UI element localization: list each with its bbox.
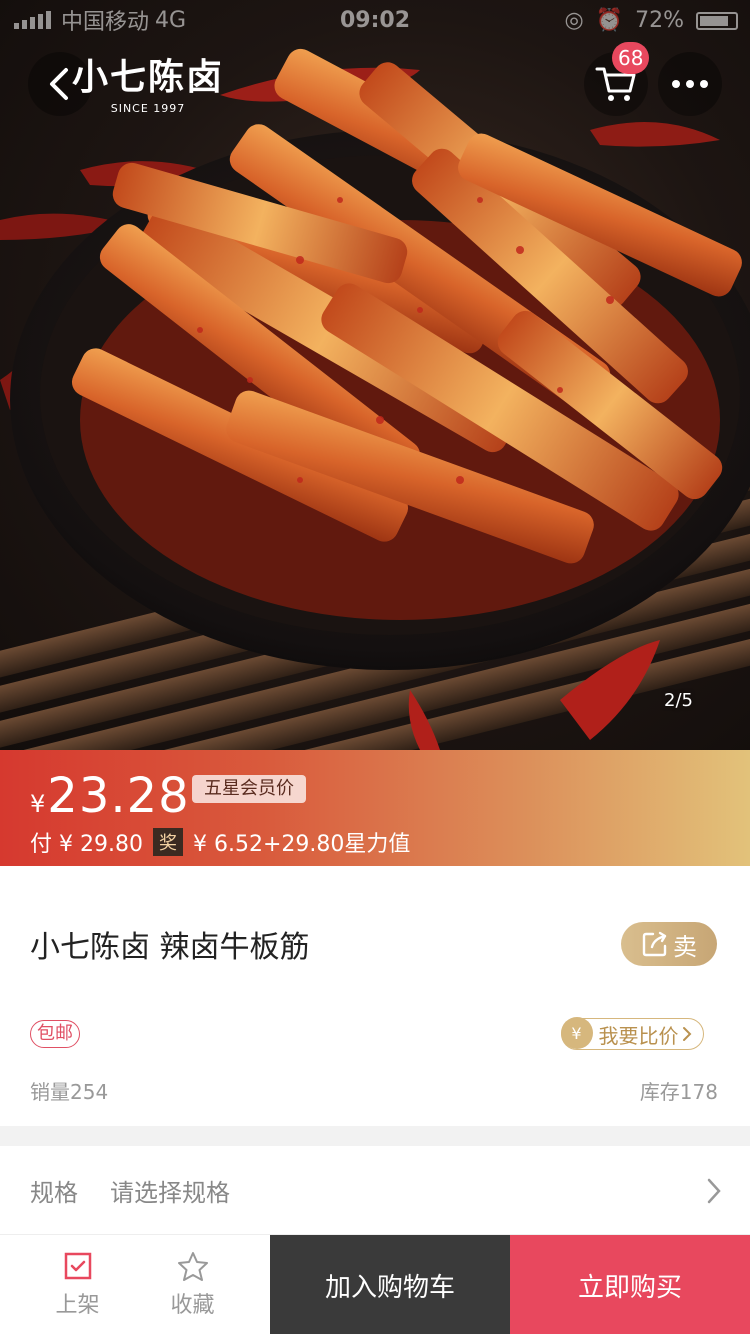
share-icon xyxy=(642,931,667,957)
list-product-button[interactable]: 上架 xyxy=(20,1235,135,1334)
price: ¥ 23.28 xyxy=(30,768,190,824)
signal-icon xyxy=(14,11,51,29)
stock-count: 库存178 xyxy=(639,1080,718,1104)
location-icon: ◎ xyxy=(564,8,584,33)
more-icon-dot xyxy=(700,80,708,88)
checkbox-icon xyxy=(64,1252,91,1280)
price-amount: 23.28 xyxy=(47,768,190,824)
logo-since: SINCE 1997 xyxy=(110,102,186,115)
buy-now-button[interactable]: 立即购买 xyxy=(510,1235,750,1334)
alarm-icon: ⏰ xyxy=(595,8,624,33)
list-label: 上架 xyxy=(55,1293,100,1318)
spec-placeholder: 请选择规格 xyxy=(110,1178,230,1207)
more-icon-dot xyxy=(686,80,694,88)
price-details: 付 ¥ 29.80 奖 ¥ 6.52+29.80星力值 xyxy=(30,826,410,858)
sales-count: 销量254 xyxy=(30,1080,109,1104)
pay-price: 付 ¥ 29.80 xyxy=(30,832,143,857)
compare-label: 我要比价 xyxy=(598,1023,679,1048)
logo-text: 小七陈卤 xyxy=(72,56,225,98)
free-shipping-badge: 包邮 xyxy=(30,1020,80,1048)
network-type: 4G xyxy=(155,7,187,33)
award-badge: 奖 xyxy=(152,828,183,856)
product-info-card: 小七陈卤 辣卤牛板筋 卖 包邮 ¥ 我要比价 销量254 库存178 xyxy=(0,866,750,1126)
spec-selector[interactable]: 规格 请选择规格 xyxy=(0,1146,750,1234)
cart-count-badge: 68 xyxy=(612,42,650,74)
more-button[interactable] xyxy=(658,52,722,116)
image-pager: 2/5 xyxy=(664,690,693,711)
chevron-right-icon xyxy=(682,1027,691,1041)
currency-symbol: ¥ xyxy=(30,790,46,818)
award-value: ¥ 6.52+29.80星力值 xyxy=(192,832,411,857)
favorite-label: 收藏 xyxy=(170,1293,215,1318)
battery-percent: 72% xyxy=(635,8,684,33)
bottom-action-bar: 上架 收藏 加入购物车 立即购买 xyxy=(0,1234,750,1334)
favorite-button[interactable]: 收藏 xyxy=(135,1235,250,1334)
member-price-tag: 五星会员价 xyxy=(192,775,306,803)
status-time: 09:02 xyxy=(340,8,411,33)
product-title: 小七陈卤 辣卤牛板筋 xyxy=(30,930,310,965)
add-to-cart-button[interactable]: 加入购物车 xyxy=(270,1235,510,1334)
chevron-right-icon xyxy=(707,1178,721,1204)
chevron-left-icon xyxy=(50,68,68,100)
spec-label: 规格 xyxy=(30,1178,78,1207)
carrier-name: 中国移动 xyxy=(61,10,150,35)
battery-icon xyxy=(696,11,738,30)
more-icon xyxy=(672,80,680,88)
sell-label: 卖 xyxy=(673,932,697,961)
brand-logo: 小七陈卤 SINCE 1997 xyxy=(72,48,224,115)
status-bar: 中国移动 4G 09:02 ◎ ⏰ 72% xyxy=(0,0,750,40)
sell-button[interactable]: 卖 xyxy=(621,922,717,966)
star-icon xyxy=(177,1252,208,1281)
coin-icon: ¥ xyxy=(560,1017,593,1050)
price-compare-button[interactable]: ¥ 我要比价 xyxy=(560,1017,704,1050)
price-bar: ¥ 23.28 五星会员价 付 ¥ 29.80 奖 ¥ 6.52+29.80星力… xyxy=(0,750,750,866)
